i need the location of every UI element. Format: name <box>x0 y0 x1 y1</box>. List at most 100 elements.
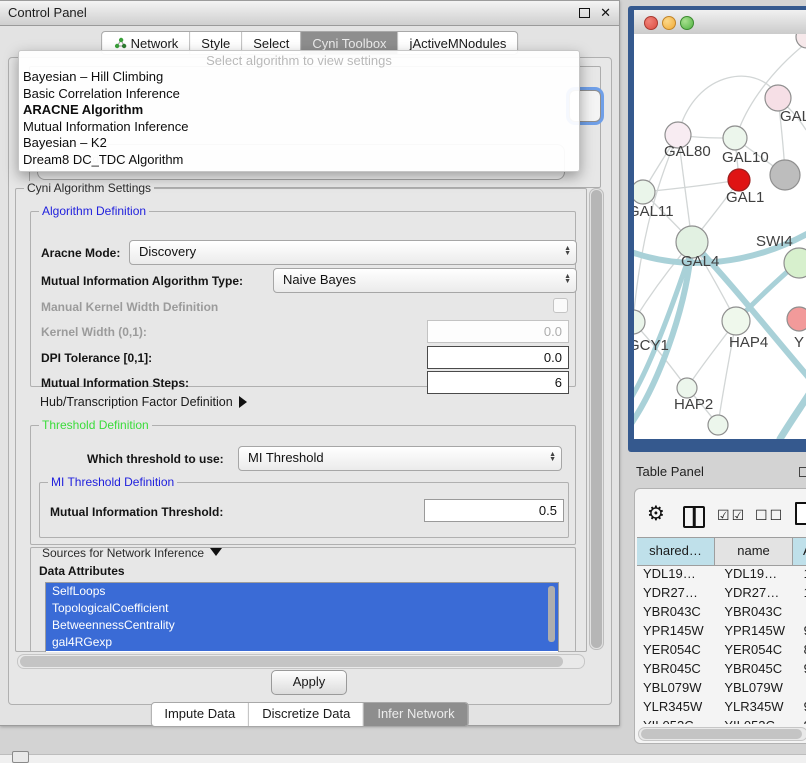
gear-icon[interactable]: ⚙ <box>647 501 665 526</box>
algorithm-definition-group: Algorithm Definition Aracne Mode: Discov… <box>30 211 576 387</box>
list-item[interactable]: SelfLoops <box>46 583 558 600</box>
panel-restore-icon[interactable] <box>12 751 29 763</box>
expand-right-icon <box>239 396 247 408</box>
dpi-tolerance-label: DPI Tolerance [0,1]: <box>41 351 152 365</box>
list-item[interactable]: TopologicalCoefficient <box>46 600 558 617</box>
control-panel-titlebar: Control Panel ✕ <box>0 1 619 26</box>
node-gal1-red[interactable] <box>728 169 750 191</box>
node-label: Y <box>794 334 804 351</box>
aracne-mode-select[interactable]: Discovery ▲▼ <box>129 240 577 265</box>
mi-type-select[interactable]: Naive Bayes ▲▼ <box>273 268 577 293</box>
mi-steps-label: Mutual Information Steps: <box>41 376 189 390</box>
settings-vertical-scrollbar[interactable] <box>589 188 604 650</box>
data-attributes-list[interactable]: SelfLoops TopologicalCoefficient Between… <box>45 582 559 652</box>
table-row[interactable]: YBR043CYBR043C <box>637 602 806 621</box>
algorithm-option[interactable]: Mutual Information Inference <box>19 119 579 136</box>
column-header-shared-name[interactable]: shared… <box>637 538 715 565</box>
node-label: GAL <box>780 108 806 125</box>
manual-kernel-label: Manual Kernel Width Definition <box>41 300 218 314</box>
node-label: GAL4 <box>681 253 719 270</box>
node-gcy1[interactable] <box>634 310 645 334</box>
apply-button[interactable]: Apply <box>271 670 347 695</box>
aracne-mode-label: Aracne Mode: <box>41 246 120 260</box>
node-cut-top[interactable] <box>796 34 806 48</box>
table-row[interactable]: YDR27…YDR27…12 <box>637 583 806 602</box>
node-label: GAL1 <box>726 189 764 206</box>
kernel-width-label: Kernel Width (0,1): <box>41 325 147 339</box>
minimize-traffic-light-icon[interactable] <box>662 16 676 30</box>
network-canvas[interactable]: GAL80 GAL10 GAL1 GAL11 GAL4 SWI4 GCY1 HA… <box>634 34 806 439</box>
zoom-traffic-light-icon[interactable] <box>680 16 694 30</box>
column-header-cut[interactable]: A <box>793 538 806 565</box>
table-row[interactable]: YIL052CYIL052C9. <box>637 716 806 724</box>
split-columns-icon[interactable] <box>683 506 705 528</box>
which-threshold-select[interactable]: MI Threshold ▲▼ <box>238 446 562 471</box>
table-row[interactable]: YPR145WYPR145W9. <box>637 621 806 640</box>
float-window-icon[interactable] <box>579 8 590 18</box>
cyni-bottom-tabbar: Impute Data Discretize Data Infer Networ… <box>150 702 468 727</box>
list-item[interactable]: gal4RGexp <box>46 634 558 651</box>
cyni-algorithm-settings-group: Cyni Algorithm Settings Algorithm Defini… <box>15 188 587 652</box>
node-label: GCY1 <box>634 337 669 354</box>
node-gray[interactable] <box>770 160 800 190</box>
node-label: HAP2 <box>674 396 713 413</box>
algorithm-option[interactable]: Dream8 DC_TDC Algorithm <box>19 152 579 169</box>
data-attributes-label: Data Attributes <box>39 564 125 578</box>
algorithm-dropdown-popup: Select algorithm to view settings Bayesi… <box>18 50 580 172</box>
table-horizontal-scrollbar[interactable] <box>638 727 806 741</box>
node-salmon[interactable] <box>787 307 806 331</box>
algorithm-option[interactable]: Bayesian – K2 <box>19 135 579 152</box>
table-row[interactable]: YBL079WYBL079W <box>637 678 806 697</box>
sources-group: Sources for Network Inference Data Attri… <box>30 547 576 652</box>
network-window-titlebar <box>634 10 806 35</box>
tab-infer-network[interactable]: Infer Network <box>363 703 467 726</box>
mi-type-label: Mutual Information Algorithm Type: <box>41 274 243 288</box>
dpi-tolerance-field[interactable]: 0.0 <box>427 346 569 369</box>
list-item[interactable]: BetweennessCentrality <box>46 617 558 634</box>
kernel-width-field[interactable]: 0.0 <box>427 320 569 343</box>
network-view-window: GAL80 GAL10 GAL1 GAL11 GAL4 SWI4 GCY1 HA… <box>628 6 806 452</box>
tab-impute-data[interactable]: Impute Data <box>151 703 248 726</box>
mi-threshold-label: Mutual Information Threshold: <box>50 505 223 519</box>
control-panel-title: Control Panel <box>8 1 87 25</box>
close-traffic-light-icon[interactable] <box>644 16 658 30</box>
table-row[interactable]: YDL19…YDL19…13 <box>637 564 806 583</box>
mi-threshold-definition-group: MI Threshold Definition Mutual Informati… <box>39 482 569 538</box>
deselect-all-checkboxes-icon[interactable]: ☐☐ <box>755 507 784 524</box>
node-hap4[interactable] <box>722 307 750 335</box>
algorithm-option[interactable]: Bayesian – Hill Climbing <box>19 69 579 86</box>
stepper-arrows-icon: ▲▼ <box>549 449 556 462</box>
algorithm-option[interactable]: Basic Correlation Inference <box>19 86 579 103</box>
tab-discretize-data[interactable]: Discretize Data <box>248 703 363 726</box>
table-row[interactable]: YER054CYER054C8. <box>637 640 806 659</box>
column-header-name[interactable]: name <box>715 538 793 565</box>
node-gal10[interactable] <box>723 126 747 150</box>
table-row[interactable]: YLR345WYLR345W9. <box>637 697 806 716</box>
manual-kernel-checkbox[interactable] <box>553 298 568 313</box>
node-hap2[interactable] <box>677 378 697 398</box>
threshold-definition-title: Threshold Definition <box>39 418 152 432</box>
node-label: GAL10 <box>722 149 769 166</box>
table-panel-title: Table Panel <box>636 464 704 479</box>
float-window-icon[interactable] <box>799 467 806 477</box>
document-icon[interactable] <box>795 502 806 525</box>
mi-threshold-field[interactable]: 0.5 <box>424 499 564 522</box>
node-label: HAP4 <box>729 334 768 351</box>
hub-tf-definition-toggle[interactable]: Hub/Transcription Factor Definition <box>40 395 247 409</box>
settings-horizontal-scrollbar[interactable] <box>17 654 585 669</box>
which-threshold-label: Which threshold to use: <box>87 452 224 466</box>
sources-title[interactable]: Sources for Network Inference <box>39 547 225 560</box>
control-panel-window: Control Panel ✕ Network Style Select Cyn… <box>0 0 620 726</box>
algorithm-option-selected[interactable]: ARACNE Algorithm <box>19 102 579 119</box>
node-cut-bottom[interactable] <box>708 415 728 435</box>
node-label: SWI4 <box>756 233 793 250</box>
table-row[interactable]: YBR045CYBR045C9. <box>637 659 806 678</box>
select-all-checkboxes-icon[interactable]: ☑☑ <box>717 507 746 524</box>
node-gal11[interactable] <box>634 180 655 204</box>
mi-steps-field[interactable]: 6 <box>427 371 569 394</box>
close-icon[interactable]: ✕ <box>600 4 611 22</box>
list-scrollbar[interactable] <box>548 586 555 642</box>
table-body: YDL19…YDL19…13 YDR27…YDR27…12 YBR043CYBR… <box>637 564 806 724</box>
algorithm-prompt: Select algorithm to view settings <box>19 52 579 69</box>
table-header-row: shared… name A <box>637 537 806 566</box>
